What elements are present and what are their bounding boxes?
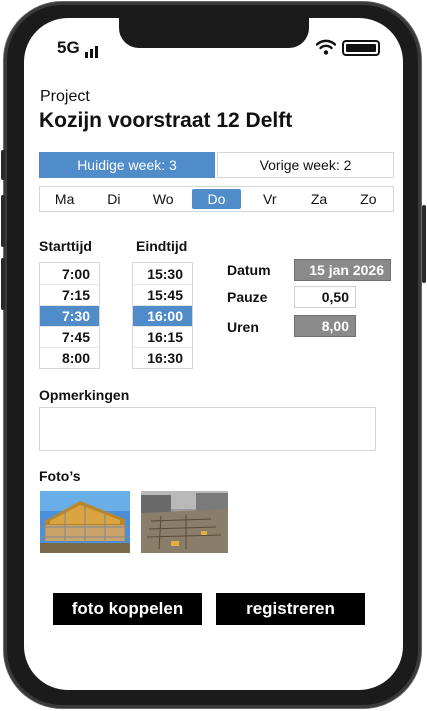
start-time-option[interactable]: 8:00 <box>40 347 99 368</box>
day-tab-do[interactable]: Do <box>191 189 242 209</box>
register-button[interactable]: registreren <box>216 593 365 625</box>
construction-photo-1 <box>40 491 130 553</box>
photo-thumbnail-1[interactable] <box>40 491 130 553</box>
end-time-option[interactable]: 16:15 <box>133 326 192 347</box>
start-time-option-selected[interactable]: 7:30 <box>40 305 99 326</box>
day-selector: Ma Di Wo Do Vr Za Zo <box>39 186 394 212</box>
day-tab-zo[interactable]: Zo <box>344 187 393 211</box>
power-button <box>422 205 426 283</box>
hours-field: 8,00 <box>294 315 356 337</box>
carrier-indicator: 5G <box>57 38 98 58</box>
start-time-label: Starttijd <box>39 238 92 254</box>
day-tab-ma[interactable]: Ma <box>40 187 89 211</box>
wifi-icon <box>316 39 336 55</box>
day-tab-di[interactable]: Di <box>89 187 138 211</box>
photos-label: Foto’s <box>39 468 81 484</box>
construction-photo-2 <box>141 491 228 553</box>
volume-down-button <box>1 258 5 310</box>
signal-icon <box>84 46 98 58</box>
tab-previous-week[interactable]: Vorige week: 2 <box>217 152 394 178</box>
start-time-option[interactable]: 7:00 <box>40 263 99 284</box>
day-tab-vr[interactable]: Vr <box>245 187 294 211</box>
end-time-option[interactable]: 16:30 <box>133 347 192 368</box>
start-time-picker: 7:00 7:15 7:30 7:45 8:00 <box>39 262 100 369</box>
carrier-label: 5G <box>57 38 80 57</box>
day-tab-wo[interactable]: Wo <box>139 187 188 211</box>
start-time-option[interactable]: 7:15 <box>40 284 99 305</box>
photo-thumbnail-2[interactable] <box>141 491 228 553</box>
hours-label: Uren <box>227 319 259 335</box>
end-time-option-selected[interactable]: 16:00 <box>133 305 192 326</box>
link-photo-button[interactable]: foto koppelen <box>53 593 202 625</box>
project-label: Project <box>40 88 90 105</box>
volume-button <box>1 150 5 180</box>
remarks-input[interactable] <box>39 407 376 451</box>
notch <box>119 18 309 48</box>
date-field[interactable]: 15 jan 2026 <box>294 259 391 281</box>
end-time-picker: 15:30 15:45 16:00 16:15 16:30 <box>132 262 193 369</box>
date-label: Datum <box>227 262 271 278</box>
remarks-label: Opmerkingen <box>39 387 130 403</box>
volume-up-button <box>1 195 5 247</box>
battery-icon <box>342 40 380 56</box>
break-field[interactable]: 0,50 <box>294 286 356 308</box>
end-time-label: Eindtijd <box>136 238 188 254</box>
end-time-option[interactable]: 15:45 <box>133 284 192 305</box>
tab-current-week[interactable]: Huidige week: 3 <box>39 152 215 178</box>
break-label: Pauze <box>227 289 268 305</box>
start-time-option[interactable]: 7:45 <box>40 326 99 347</box>
day-tab-za[interactable]: Za <box>294 187 343 211</box>
end-time-option[interactable]: 15:30 <box>133 263 192 284</box>
project-name: Kozijn voorstraat 12 Delft <box>39 109 293 132</box>
